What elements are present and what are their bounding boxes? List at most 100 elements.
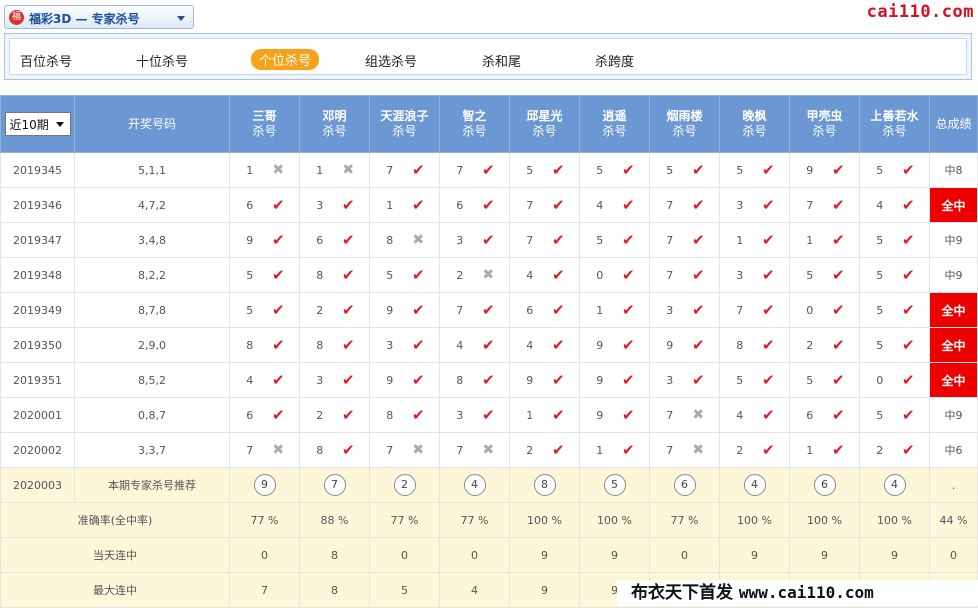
kill-cell: 9 ✔ (369, 292, 440, 328)
kill-cell: 2 ✔ (509, 432, 580, 468)
expert-name[interactable]: 上善若水 (861, 109, 929, 124)
table-row: 2019346 4,7,2 6 ✔ 3 ✔ 1 ✔ 6 ✔ 7 ✔ 4 ✔ 7 ✔ 3 ✔ 7 ✔ 4 ✔ 全中 (0, 187, 978, 223)
expert-sub: 杀号 (672, 124, 697, 138)
recommend-pick: 9 (253, 474, 276, 496)
kill-number: 9 (526, 373, 534, 387)
expert-name[interactable]: 三哥 (231, 109, 299, 124)
table-row: 2020002 3,3,7 7 ✖ 8 ✔ 7 ✖ 7 ✖ 2 ✔ 1 ✔ 7 ✖ 2 ✔ 1 ✔ 2 ✔ 中6 (0, 432, 978, 468)
kill-cell: 6 ✔ (439, 187, 510, 223)
kill-number: 9 (596, 338, 604, 352)
draw-numbers: 8,7,8 (74, 292, 230, 328)
stats-value: 9 (719, 537, 790, 573)
kill-number: 7 (456, 163, 464, 177)
issue-number: 2019347 (0, 222, 75, 258)
kill-number: 6 (246, 198, 254, 212)
kill-cell-content: 2 ✔ (301, 406, 369, 424)
game-selector[interactable]: 福 福彩3D — 专家杀号 (4, 5, 194, 29)
table-row: 2019351 8,5,2 4 ✔ 3 ✔ 9 ✔ 8 ✔ 9 ✔ 9 ✔ 3 ✔ 5 ✔ 5 ✔ 0 ✔ 全中 (0, 362, 978, 398)
tab-span-kill[interactable]: 杀跨度 (595, 51, 634, 70)
kill-cell: 8 ✔ (299, 327, 370, 363)
tab-units-kill[interactable]: 个位杀号 (251, 49, 320, 70)
kill-cell-content: 1 ✔ (511, 406, 579, 424)
kill-cell: 8 ✖ (369, 222, 440, 258)
tab-group-kill[interactable]: 组选杀号 (365, 51, 417, 70)
table-row: 2019350 2,9,0 8 ✔ 8 ✔ 3 ✔ 4 ✔ 4 ✔ 9 ✔ 9 ✔ 8 ✔ 2 ✔ 5 ✔ 全中 (0, 327, 978, 363)
tabs-inner: 百位杀号 十位杀号 个位杀号 组选杀号 杀和尾 杀跨度 (9, 38, 967, 75)
table-row: 2019347 3,4,8 9 ✔ 6 ✔ 8 ✖ 3 ✔ 7 ✔ 5 ✔ 7 ✔ 1 ✔ 1 ✔ 5 ✔ 中9 (0, 222, 978, 258)
tab-sum-tail-kill[interactable]: 杀和尾 (482, 51, 521, 70)
kill-cell-content: 1 ✔ (791, 231, 859, 249)
kill-cell: 3 ✔ (649, 362, 720, 398)
tab-hundreds-kill[interactable]: 百位杀号 (20, 51, 72, 70)
kill-cell: 5 ✔ (579, 152, 650, 188)
kill-cell-content: 7 ✔ (511, 196, 579, 214)
recommend-cell: 4 (859, 467, 930, 503)
expert-name[interactable]: 智之 (441, 109, 509, 124)
kill-cell-content: 8 ✔ (301, 336, 369, 354)
expert-name[interactable]: 邱星光 (511, 109, 579, 124)
kill-number: 6 (456, 198, 464, 212)
check-icon: ✔ (901, 406, 915, 424)
kill-cell: 6 ✔ (229, 397, 300, 433)
kill-number: 5 (736, 373, 744, 387)
check-icon: ✔ (761, 231, 775, 249)
kill-cell: 6 ✔ (229, 187, 300, 223)
kill-number: 5 (876, 303, 884, 317)
kill-number: 7 (246, 443, 254, 457)
stats-value: 77 % (229, 502, 300, 538)
expert-name[interactable]: 逍遥 (581, 109, 649, 124)
kill-cell-content: 5 ✔ (861, 406, 929, 424)
check-icon: ✔ (901, 301, 915, 319)
check-icon: ✔ (411, 266, 425, 284)
kill-cell-content: 6 ✔ (791, 406, 859, 424)
kill-number: 4 (736, 408, 744, 422)
stats-value: 100 % (859, 502, 930, 538)
kill-cell-content: 7 ✖ (441, 442, 509, 458)
kill-cell-content: 5 ✔ (721, 161, 789, 179)
check-icon: ✔ (551, 441, 565, 459)
check-icon: ✔ (831, 266, 845, 284)
kill-number: 5 (876, 268, 884, 282)
kill-type-tabs: 百位杀号 十位杀号 个位杀号 组选杀号 杀和尾 杀跨度 (4, 33, 972, 80)
kill-number: 1 (596, 443, 604, 457)
kill-cell-content: 7 ✔ (651, 231, 719, 249)
kill-cell: 5 ✔ (859, 152, 930, 188)
check-icon: ✔ (621, 266, 635, 284)
expert-name[interactable]: 邓明 (301, 109, 369, 124)
cross-icon: ✖ (482, 267, 495, 283)
kill-cell-content: 5 ✔ (371, 266, 439, 284)
kill-cell: 3 ✔ (719, 187, 790, 223)
check-icon: ✔ (271, 266, 285, 284)
kill-number: 2 (806, 338, 814, 352)
kill-cell: 7 ✔ (789, 187, 860, 223)
tab-tens-kill[interactable]: 十位杀号 (136, 51, 188, 70)
kill-number: 5 (666, 163, 674, 177)
draw-number-header: 开奖号码 (74, 95, 230, 153)
check-icon: ✔ (551, 266, 565, 284)
kill-cell: 1 ✔ (719, 222, 790, 258)
kill-cell-content: 7 ✔ (651, 196, 719, 214)
check-icon: ✔ (761, 266, 775, 284)
kill-cell-content: 9 ✔ (581, 371, 649, 389)
kill-number: 4 (876, 198, 884, 212)
kill-cell: 0 ✔ (789, 292, 860, 328)
expert-name[interactable]: 晚枫 (721, 109, 789, 124)
kill-number: 7 (666, 233, 674, 247)
check-icon: ✔ (551, 371, 565, 389)
table-row: 2020001 0,8,7 6 ✔ 2 ✔ 8 ✔ 3 ✔ 1 ✔ 9 ✔ 7 ✖ 4 ✔ 6 ✔ 5 ✔ 中9 (0, 397, 978, 433)
kill-number: 0 (876, 373, 884, 387)
expert-sub: 杀号 (812, 124, 837, 138)
expert-name[interactable]: 甲壳虫 (791, 109, 859, 124)
kill-cell-content: 5 ✔ (581, 161, 649, 179)
check-icon: ✔ (831, 301, 845, 319)
period-select[interactable]: 近10期 (4, 112, 71, 136)
kill-cell: 8 ✔ (299, 257, 370, 293)
kill-cell-content: 3 ✔ (371, 336, 439, 354)
total-result: 全中 (929, 292, 978, 328)
kill-cell: 9 ✔ (579, 362, 650, 398)
kill-number: 7 (736, 303, 744, 317)
kill-cell-content: 7 ✔ (651, 266, 719, 284)
expert-name[interactable]: 烟雨楼 (651, 109, 719, 124)
expert-name[interactable]: 天涯浪子 (371, 109, 439, 124)
stats-value: 77 % (369, 502, 440, 538)
